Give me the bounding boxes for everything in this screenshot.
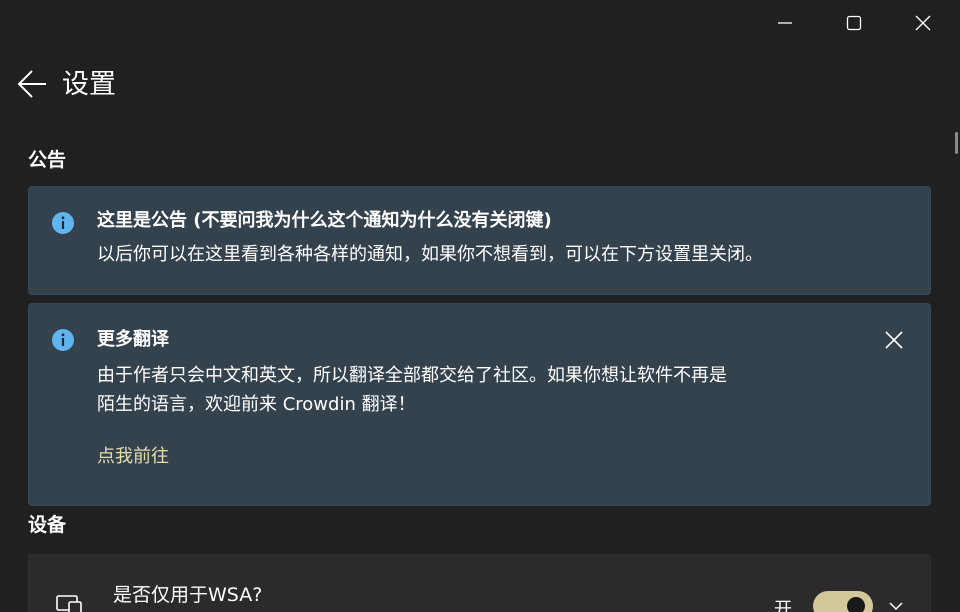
infobar-close-button[interactable] xyxy=(880,326,908,354)
infobar-message: 以后你可以在这里看到各种各样的通知，如果你不想看到，可以在下方设置里关闭。 xyxy=(97,244,763,265)
toggle-knob xyxy=(847,597,865,612)
chevron-down-icon[interactable] xyxy=(889,601,903,611)
maximize-button[interactable] xyxy=(819,0,889,46)
toggle-state-label: 开 xyxy=(774,599,792,612)
maximize-icon xyxy=(846,15,862,31)
announcement-infobar: 这里是公告 (不要问我为什么这个通知为什么没有关闭键) 以后你可以在这里看到各种… xyxy=(28,186,931,295)
close-window-button[interactable] xyxy=(888,0,958,46)
infobar-title: 这里是公告 (不要问我为什么这个通知为什么没有关闭键) xyxy=(97,210,552,231)
back-arrow-icon xyxy=(17,70,46,98)
infobar-title: 更多翻译 xyxy=(97,329,169,350)
page-title: 设置 xyxy=(62,69,116,100)
back-button[interactable] xyxy=(12,64,52,104)
info-icon xyxy=(52,212,74,234)
wsa-only-label: 是否仅用于WSA? xyxy=(113,584,263,606)
infobar-message-line2: 陌生的语言，欢迎前来 Crowdin 翻译！ xyxy=(97,394,416,415)
info-icon xyxy=(52,329,74,351)
title-bar xyxy=(0,0,960,46)
close-icon xyxy=(915,15,931,31)
translation-infobar: 更多翻译 由于作者只会中文和英文，所以翻译全部都交给了社区。如果你想让软件不再是… xyxy=(28,303,931,506)
minimize-icon xyxy=(778,22,792,24)
devices-icon xyxy=(56,595,82,612)
wsa-only-setting-card[interactable]: 是否仅用于WSA? 开 xyxy=(28,554,931,612)
go-to-crowdin-link[interactable]: 点我前往 xyxy=(97,445,169,469)
infobar-message-line1: 由于作者只会中文和英文，所以翻译全部都交给了社区。如果你想让软件不再是 xyxy=(97,365,727,386)
page-header: 设置 xyxy=(0,60,960,110)
scrollbar-thumb[interactable] xyxy=(955,132,958,154)
section-title-announcement: 公告 xyxy=(28,149,67,171)
wsa-only-toggle[interactable] xyxy=(813,591,873,612)
close-icon xyxy=(885,331,903,349)
section-title-device: 设备 xyxy=(28,514,67,536)
minimize-button[interactable] xyxy=(750,0,820,46)
